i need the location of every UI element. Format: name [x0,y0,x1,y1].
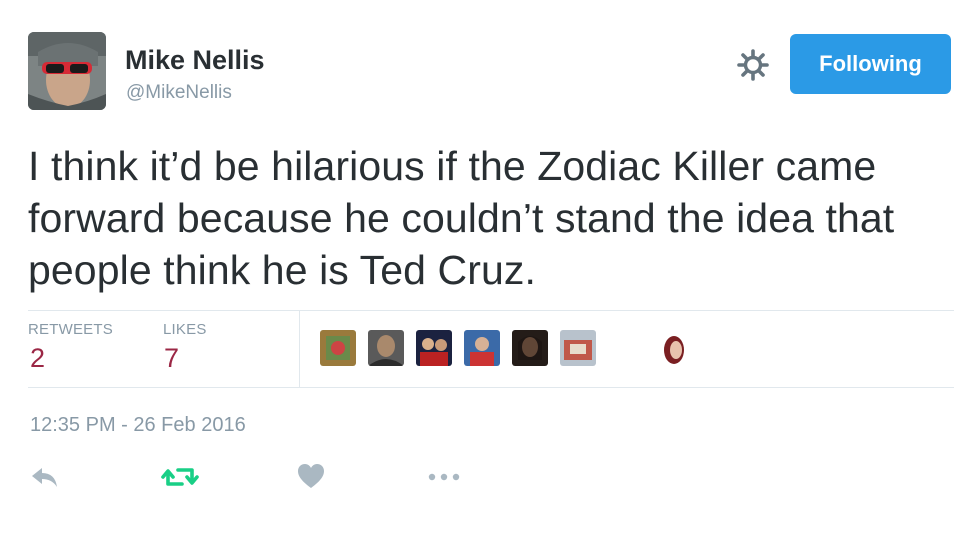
tweet-text-line: forward because he couldn’t stand the id… [28,195,895,241]
likes-count[interactable]: 7 [164,343,179,374]
user-handle[interactable]: @MikeNellis [126,82,232,104]
retweets-count[interactable]: 2 [30,343,45,374]
stats-divider [299,311,300,387]
user-avatar[interactable] [28,32,106,110]
liker-avatar[interactable] [656,330,692,366]
tweet-text-line: people think he is Ted Cruz. [28,247,537,293]
divider [28,310,954,311]
liker-avatar[interactable] [368,330,404,366]
reply-icon[interactable] [30,460,60,494]
likes-label[interactable]: LIKES [163,321,207,338]
tweet-timestamp[interactable]: 12:35 PM - 26 Feb 2016 [30,414,246,437]
like-icon[interactable] [296,460,326,494]
more-icon[interactable] [426,460,462,494]
user-name[interactable]: Mike Nellis [125,45,265,76]
liker-avatar[interactable] [416,330,452,366]
gear-icon[interactable] [736,48,770,82]
tweet-text: I think it’d be hilarious if the Zodiac … [28,140,958,296]
divider [28,387,954,388]
liker-avatar[interactable] [512,330,548,366]
liker-avatar[interactable] [464,330,500,366]
liker-avatar[interactable] [320,330,356,366]
liker-avatar[interactable] [560,330,596,366]
following-button[interactable]: Following [790,34,951,94]
retweets-label[interactable]: RETWEETS [28,321,113,338]
tweet-text-line: I think it’d be hilarious if the Zodiac … [28,143,877,189]
retweet-icon[interactable] [160,460,200,494]
